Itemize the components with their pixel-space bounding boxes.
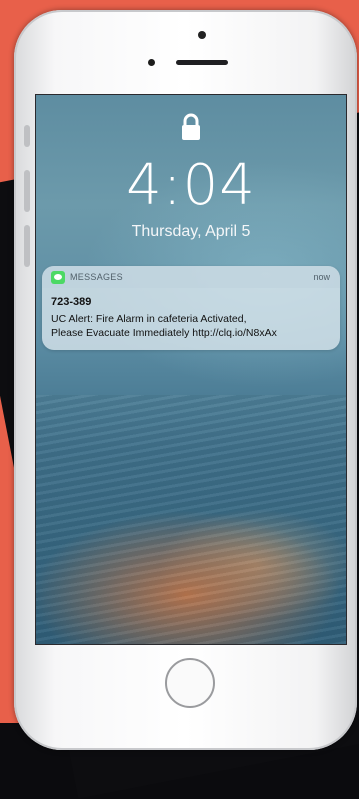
mute-switch [24,125,30,147]
earpiece-speaker [176,60,228,65]
lock-screen-time: 4:04 [126,153,256,218]
lock-screen[interactable]: 4:04 Thursday, April 5 MESSAGES now 723-… [35,94,347,645]
wallpaper-ripples [36,395,346,644]
notification-body: UC Alert: Fire Alarm in cafeteria Activa… [51,312,336,340]
notification-app-name: MESSAGES [70,272,123,282]
notification-body-line-1: UC Alert: Fire Alarm in cafeteria Activa… [51,313,247,325]
notification-timestamp: now [313,272,330,282]
home-button[interactable] [165,658,215,708]
volume-up-button [24,170,30,212]
message-notification[interactable]: MESSAGES now 723-389 UC Alert: Fire Alar… [42,266,340,350]
notification-header: MESSAGES now [42,266,340,288]
lock-screen-date: Thursday, April 5 [131,223,251,240]
proximity-sensor [148,59,155,66]
notification-body-line-2: Please Evacuate Immediately http://clq.i… [51,327,277,339]
front-camera [198,31,206,39]
lock-icon [182,113,200,140]
volume-down-button [24,225,30,267]
messages-app-icon [51,271,65,284]
notification-sender: 723-389 [51,296,92,308]
